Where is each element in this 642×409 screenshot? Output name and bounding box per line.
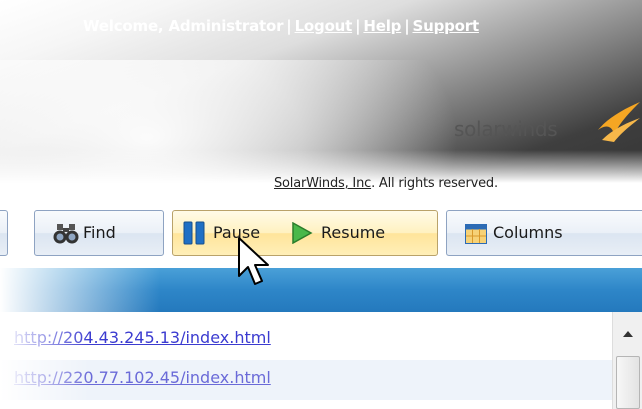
resume-label: Resume xyxy=(321,223,386,242)
separator: | xyxy=(286,17,292,35)
toolbar: Find Pause Resume Columns xyxy=(0,200,642,264)
url-list: http://204.43.245.13/index.html http://2… xyxy=(0,312,612,409)
solarwinds-flame-icon xyxy=(598,102,640,142)
play-icon xyxy=(292,222,313,244)
url-link[interactable]: http://220.77.102.45/index.html xyxy=(14,368,271,387)
list-item: http://204.43.245.13/index.html xyxy=(0,320,612,360)
columns-button[interactable]: Columns xyxy=(446,210,642,256)
pause-resume-group: Pause Resume xyxy=(172,210,438,256)
columns-label: Columns xyxy=(493,223,563,242)
separator: | xyxy=(355,17,361,35)
url-link[interactable]: http://204.43.245.13/index.html xyxy=(14,328,271,347)
columns-icon xyxy=(465,224,487,244)
support-link[interactable]: Support xyxy=(413,17,480,35)
binoculars-icon xyxy=(53,224,79,244)
scrollbar-thumb[interactable] xyxy=(616,356,640,409)
toolbar-previous-button[interactable] xyxy=(0,210,8,256)
grid-header-bar xyxy=(0,268,642,312)
copyright-notice: SolarWinds, Inc. All rights reserved. xyxy=(274,176,498,191)
help-link[interactable]: Help xyxy=(363,17,401,35)
user-bar: Welcome, Administrator | Logout | Help | Suppo… xyxy=(83,17,479,35)
scroll-up-arrow-icon[interactable] xyxy=(622,330,634,338)
find-label: Find xyxy=(83,223,116,242)
brand-logo-text: solarwinds xyxy=(454,117,558,141)
logout-link[interactable]: Logout xyxy=(295,17,353,35)
pause-icon xyxy=(183,221,205,245)
copyright-company-link[interactable]: SolarWinds, Inc xyxy=(274,176,371,191)
find-button[interactable]: Find xyxy=(34,210,164,256)
separator: | xyxy=(404,17,410,35)
mouse-cursor-icon xyxy=(238,237,269,285)
vertical-scrollbar[interactable] xyxy=(612,312,642,409)
copyright-text: . All rights reserved. xyxy=(371,176,498,191)
welcome-text: Welcome, Administrator xyxy=(83,17,284,35)
resume-button[interactable]: Resume xyxy=(281,211,439,255)
list-item: http://220.77.102.45/index.html xyxy=(0,360,612,400)
app-header: Welcome, Administrator | Logout | Help | Suppo… xyxy=(0,0,642,196)
